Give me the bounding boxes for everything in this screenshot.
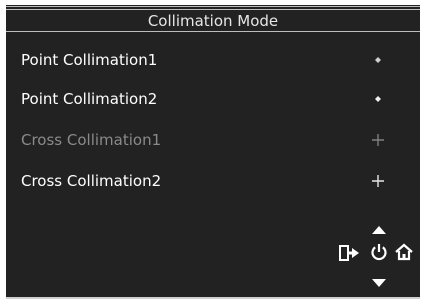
exit-icon[interactable]: [339, 243, 361, 268]
title-top-rule: [6, 6, 420, 7]
title-bottom-rule: [6, 31, 420, 32]
collimation-mode-screen: Collimation Mode Point Collimation1 Poin…: [6, 5, 420, 299]
menu-item-label: Cross Collimation2: [21, 172, 162, 190]
title-second-rule: [6, 9, 420, 10]
power-icon[interactable]: [370, 242, 388, 267]
menu-item-cross-collimation-2[interactable]: Cross Collimation2: [6, 166, 420, 196]
page-title: Collimation Mode: [147, 12, 279, 30]
menu-item-point-collimation-2[interactable]: Point Collimation2: [6, 84, 420, 114]
menu-item-point-collimation-1[interactable]: Point Collimation1: [6, 45, 420, 75]
down-arrow-icon[interactable]: [371, 275, 387, 293]
diamond-marker-icon: [366, 48, 390, 72]
diamond-marker-icon: [366, 87, 390, 111]
cross-marker-icon: [366, 128, 390, 152]
menu-item-cross-collimation-1[interactable]: Cross Collimation1: [6, 125, 420, 155]
title-bar: Collimation Mode: [6, 5, 420, 32]
navigation-controls: [336, 222, 416, 287]
menu-item-label: Point Collimation1: [21, 51, 158, 69]
menu-item-label: Cross Collimation1: [21, 131, 162, 149]
home-icon[interactable]: [394, 242, 414, 267]
menu-item-label: Point Collimation2: [21, 90, 158, 108]
bottom-rule: [6, 297, 420, 299]
cross-marker-icon: [366, 169, 390, 193]
up-arrow-icon[interactable]: [371, 222, 387, 240]
